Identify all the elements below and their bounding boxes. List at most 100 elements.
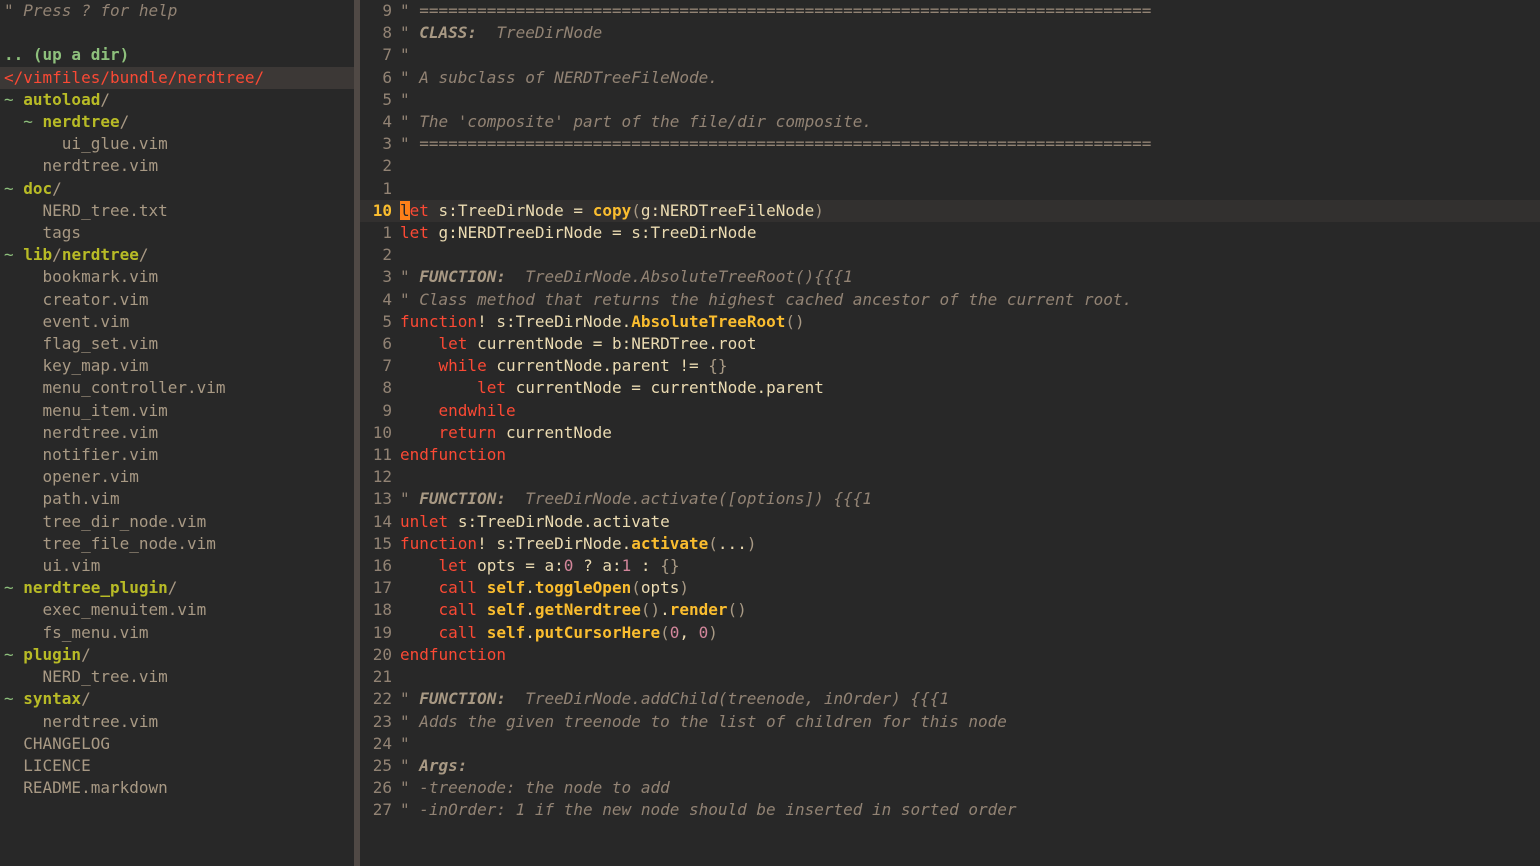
code-line[interactable]: 10 return currentNode bbox=[360, 422, 1540, 444]
code-line[interactable]: 26" -treenode: the node to add bbox=[360, 777, 1540, 799]
code-line[interactable]: 5" bbox=[360, 89, 1540, 111]
line-number: 11 bbox=[360, 444, 400, 466]
line-number: 5 bbox=[360, 89, 400, 111]
tree-file[interactable]: nerdtree.vim bbox=[0, 422, 354, 444]
code-content: " ======================================… bbox=[400, 133, 1151, 155]
code-line[interactable]: 25" Args: bbox=[360, 755, 1540, 777]
line-number: 7 bbox=[360, 355, 400, 377]
code-content: unlet s:TreeDirNode.activate bbox=[400, 511, 670, 533]
code-line[interactable]: 21 bbox=[360, 666, 1540, 688]
tree-file[interactable]: flag_set.vim bbox=[0, 333, 354, 355]
line-number: 26 bbox=[360, 777, 400, 799]
code-content: " Args: bbox=[400, 755, 467, 777]
code-line[interactable]: 9" =====================================… bbox=[360, 0, 1540, 22]
nerdtree-sidebar[interactable]: " Press ? for help .. (up a dir) </vimfi… bbox=[0, 0, 354, 866]
code-line[interactable]: 19 call self.putCursorHere(0, 0) bbox=[360, 622, 1540, 644]
code-line[interactable]: 17 call self.toggleOpen(opts) bbox=[360, 577, 1540, 599]
tree-file[interactable]: NERD_tree.vim bbox=[0, 666, 354, 688]
tree-dir[interactable]: ~ nerdtree_plugin/ bbox=[0, 577, 354, 599]
tree-file[interactable]: ui.vim bbox=[0, 555, 354, 577]
code-line[interactable]: 6 let currentNode = b:NERDTree.root bbox=[360, 333, 1540, 355]
tree-file[interactable]: fs_menu.vim bbox=[0, 622, 354, 644]
code-line[interactable]: 3" =====================================… bbox=[360, 133, 1540, 155]
tree-dir[interactable]: ~ nerdtree/ bbox=[0, 111, 354, 133]
blank-line bbox=[0, 22, 354, 44]
code-line[interactable]: 3" FUNCTION: TreeDirNode.AbsoluteTreeRoo… bbox=[360, 266, 1540, 288]
code-line[interactable]: 11endfunction bbox=[360, 444, 1540, 466]
line-number: 15 bbox=[360, 533, 400, 555]
code-line[interactable]: 9 endwhile bbox=[360, 400, 1540, 422]
code-line[interactable]: 13" FUNCTION: TreeDirNode.activate([opti… bbox=[360, 488, 1540, 510]
tree-file[interactable]: CHANGELOG bbox=[0, 733, 354, 755]
tree-file[interactable]: ui_glue.vim bbox=[0, 133, 354, 155]
tree-file[interactable]: event.vim bbox=[0, 311, 354, 333]
root-path[interactable]: </vimfiles/bundle/nerdtree/ bbox=[0, 67, 354, 89]
code-line[interactable]: 18 call self.getNerdtree().render() bbox=[360, 599, 1540, 621]
code-content: " The 'composite' part of the file/dir c… bbox=[400, 111, 872, 133]
tree-file[interactable]: tree_file_node.vim bbox=[0, 533, 354, 555]
code-line[interactable]: 20endfunction bbox=[360, 644, 1540, 666]
code-line[interactable]: 7" bbox=[360, 44, 1540, 66]
code-line[interactable]: 4" The 'composite' part of the file/dir … bbox=[360, 111, 1540, 133]
tree-dir[interactable]: ~ syntax/ bbox=[0, 688, 354, 710]
tree-file[interactable]: menu_controller.vim bbox=[0, 377, 354, 399]
line-number: 10 bbox=[360, 200, 400, 222]
tree-file[interactable]: NERD_tree.txt bbox=[0, 200, 354, 222]
line-number: 17 bbox=[360, 577, 400, 599]
code-content bbox=[400, 666, 410, 688]
code-content: endwhile bbox=[400, 400, 516, 422]
code-content: " -inOrder: 1 if the new node should be … bbox=[400, 799, 1017, 821]
code-line[interactable]: 15function! s:TreeDirNode.activate(...) bbox=[360, 533, 1540, 555]
code-line[interactable]: 2 bbox=[360, 155, 1540, 177]
tree-file[interactable]: tags bbox=[0, 222, 354, 244]
tree-file[interactable]: creator.vim bbox=[0, 289, 354, 311]
code-line[interactable]: 23" Adds the given treenode to the list … bbox=[360, 711, 1540, 733]
line-number: 9 bbox=[360, 400, 400, 422]
tree-file[interactable]: nerdtree.vim bbox=[0, 711, 354, 733]
up-dir[interactable]: .. (up a dir) bbox=[0, 44, 354, 66]
code-line[interactable]: 14unlet s:TreeDirNode.activate bbox=[360, 511, 1540, 533]
code-line[interactable]: 8" CLASS: TreeDirNode bbox=[360, 22, 1540, 44]
tree-file[interactable]: menu_item.vim bbox=[0, 400, 354, 422]
tree-file[interactable]: key_map.vim bbox=[0, 355, 354, 377]
line-number: 7 bbox=[360, 44, 400, 66]
code-content: " FUNCTION: TreeDirNode.AbsoluteTreeRoot… bbox=[400, 266, 853, 288]
code-line[interactable]: 1let g:NERDTreeDirNode = s:TreeDirNode bbox=[360, 222, 1540, 244]
code-editor[interactable]: 9 " =====================================… bbox=[360, 0, 1540, 866]
line-number: 20 bbox=[360, 644, 400, 666]
code-line[interactable]: 5function! s:TreeDirNode.AbsoluteTreeRoo… bbox=[360, 311, 1540, 333]
tree-file[interactable]: notifier.vim bbox=[0, 444, 354, 466]
line-number: 1 bbox=[360, 178, 400, 200]
code-line[interactable]: 8 let currentNode = currentNode.parent bbox=[360, 377, 1540, 399]
code-line[interactable]: 12 bbox=[360, 466, 1540, 488]
tree-file[interactable]: nerdtree.vim bbox=[0, 155, 354, 177]
code-content: function! s:TreeDirNode.AbsoluteTreeRoot… bbox=[400, 311, 805, 333]
code-line[interactable]: 1 bbox=[360, 178, 1540, 200]
tree-file[interactable]: opener.vim bbox=[0, 466, 354, 488]
code-line[interactable]: 10let s:TreeDirNode = copy(g:NERDTreeFil… bbox=[360, 200, 1540, 222]
code-line[interactable]: 16 let opts = a:0 ? a:1 : {} bbox=[360, 555, 1540, 577]
tree-dir[interactable]: ~ doc/ bbox=[0, 178, 354, 200]
tree-dir[interactable]: ~ lib/nerdtree/ bbox=[0, 244, 354, 266]
tree-file[interactable]: README.markdown bbox=[0, 777, 354, 799]
tree-file[interactable]: LICENCE bbox=[0, 755, 354, 777]
code-content: let g:NERDTreeDirNode = s:TreeDirNode bbox=[400, 222, 756, 244]
code-line[interactable]: 4" Class method that returns the highest… bbox=[360, 289, 1540, 311]
code-line[interactable]: 7 while currentNode.parent != {} bbox=[360, 355, 1540, 377]
line-number: 27 bbox=[360, 799, 400, 821]
tree-dir[interactable]: ~ plugin/ bbox=[0, 644, 354, 666]
code-line[interactable]: 27" -inOrder: 1 if the new node should b… bbox=[360, 799, 1540, 821]
line-number: 21 bbox=[360, 666, 400, 688]
code-line[interactable]: 24" bbox=[360, 733, 1540, 755]
tree-dir[interactable]: ~ autoload/ bbox=[0, 89, 354, 111]
code-line[interactable]: 22" FUNCTION: TreeDirNode.addChild(treen… bbox=[360, 688, 1540, 710]
tree-file[interactable]: tree_dir_node.vim bbox=[0, 511, 354, 533]
code-line[interactable]: 2 bbox=[360, 244, 1540, 266]
tree-file[interactable]: path.vim bbox=[0, 488, 354, 510]
tree-file[interactable]: bookmark.vim bbox=[0, 266, 354, 288]
line-number: 18 bbox=[360, 599, 400, 621]
code-line[interactable]: 6" A subclass of NERDTreeFileNode. bbox=[360, 67, 1540, 89]
tree-file[interactable]: exec_menuitem.vim bbox=[0, 599, 354, 621]
line-number: 12 bbox=[360, 466, 400, 488]
code-content: " bbox=[400, 44, 410, 66]
